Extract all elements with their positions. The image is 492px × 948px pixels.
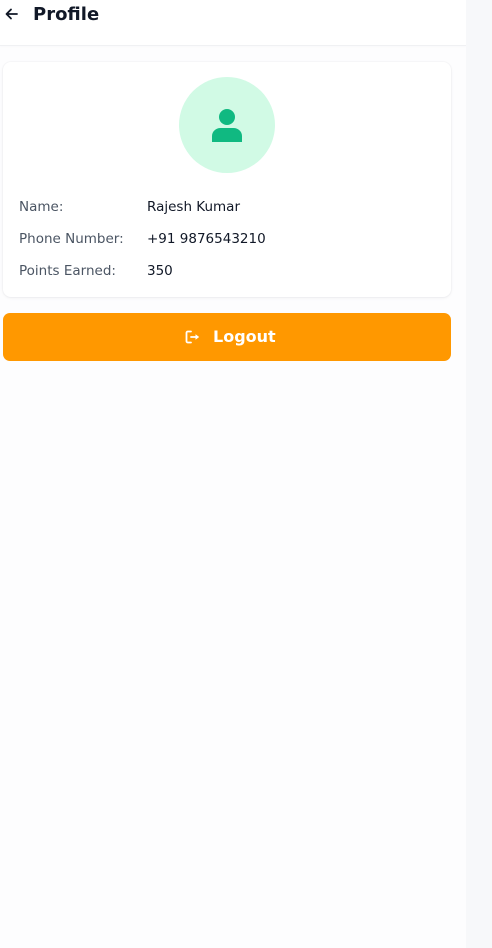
phone-label: Phone Number: [19, 231, 124, 247]
user-icon [212, 109, 242, 142]
points-label: Points Earned: [19, 263, 116, 279]
name-value: Rajesh Kumar [147, 199, 241, 215]
name-row: Name: Rajesh Kumar [19, 197, 439, 217]
header-bar: Profile [0, 0, 466, 46]
right-gutter [466, 0, 492, 948]
phone-row: Phone Number: +91 9876543210 [19, 229, 439, 249]
profile-card: Name: Rajesh Kumar Phone Number: +91 987… [3, 62, 451, 297]
logout-button[interactable]: Logout [3, 313, 451, 361]
name-label: Name: [19, 199, 64, 215]
points-value: 350 [147, 263, 173, 279]
avatar [179, 77, 275, 173]
arrow-left-icon [5, 8, 18, 20]
profile-screen: Profile Name: Rajesh Kumar Phone Number:… [0, 0, 466, 948]
page-title: Profile [33, 4, 100, 25]
logout-button-content: Logout [185, 327, 276, 347]
back-button[interactable] [2, 4, 22, 24]
phone-value: +91 9876543210 [147, 231, 266, 247]
points-row: Points Earned: 350 [19, 261, 439, 281]
logout-icon [185, 330, 200, 344]
logout-label: Logout [213, 327, 276, 346]
